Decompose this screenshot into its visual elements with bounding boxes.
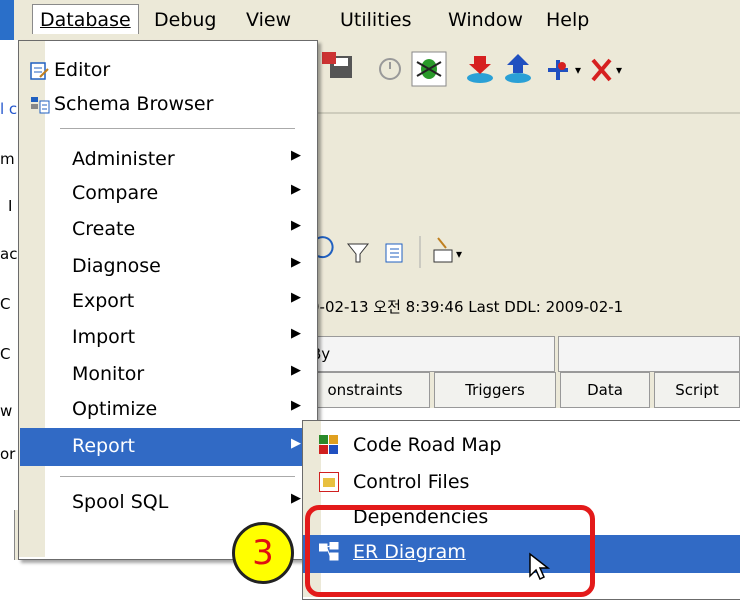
menu-item-label: Optimize xyxy=(72,398,158,420)
menu-utilities[interactable]: Utilities xyxy=(340,9,412,31)
submenu-arrow-icon: ▶ xyxy=(291,148,301,163)
menu-database[interactable]: Database xyxy=(32,4,139,34)
list-view-icon[interactable] xyxy=(385,243,403,263)
menu-view[interactable]: View xyxy=(246,9,291,31)
menu-item-compare[interactable]: Compare ▶ xyxy=(20,177,315,211)
chevron-down-icon: ▾ xyxy=(456,247,462,261)
menu-item-monitor[interactable]: Monitor ▶ xyxy=(20,358,315,392)
menu-separator xyxy=(60,128,295,130)
menu-debug[interactable]: Debug xyxy=(154,9,216,31)
menu-item-label: Report xyxy=(72,435,135,457)
submenu-arrow-icon: ▶ xyxy=(291,182,301,197)
grid-header-cell xyxy=(558,336,740,372)
menu-item-spool-sql[interactable]: Spool SQL ▶ xyxy=(20,486,315,520)
toolbar: ▾ ▾ xyxy=(300,40,740,114)
menu-help[interactable]: Help xyxy=(546,9,589,31)
menu-item-control-files[interactable]: Control Files xyxy=(303,465,740,501)
submenu-arrow-icon: ▶ xyxy=(291,326,301,341)
menu-item-label: Diagnose xyxy=(72,255,161,277)
left-fragment: I xyxy=(8,197,13,215)
left-fragment: or xyxy=(0,445,16,463)
menu-item-administer[interactable]: Administer ▶ xyxy=(20,143,315,177)
tab-script[interactable]: Script xyxy=(654,372,740,408)
menu-item-label: Administer xyxy=(72,148,175,170)
left-fragment: C xyxy=(0,295,11,313)
mouse-cursor-icon xyxy=(529,552,550,581)
tab-triggers[interactable]: Triggers xyxy=(434,372,556,408)
annotation-highlight-box xyxy=(305,505,595,597)
left-fragment: l c xyxy=(0,100,18,118)
remove-breakpoint-icon[interactable] xyxy=(591,58,612,82)
menu-item-label: Editor xyxy=(54,59,111,81)
submenu-arrow-icon: ▶ xyxy=(291,363,301,378)
download-icon[interactable] xyxy=(467,56,493,83)
menu-item-label: Schema Browser xyxy=(54,93,214,115)
menu-item-label: Import xyxy=(72,326,136,348)
menu-item-code-road-map[interactable]: Code Road Map xyxy=(303,428,740,464)
submenu-arrow-icon: ▶ xyxy=(291,398,301,413)
chevron-down-icon: ▾ xyxy=(616,63,622,77)
menu-item-schema-browser[interactable]: Schema Browser xyxy=(20,88,315,122)
menu-separator xyxy=(60,476,295,478)
control-files-icon xyxy=(319,472,339,492)
menu-item-label: Monitor xyxy=(72,363,145,385)
menu-item-import[interactable]: Import ▶ xyxy=(20,321,315,355)
filter-icon[interactable] xyxy=(346,243,370,263)
upload-icon[interactable] xyxy=(505,54,531,83)
editor-icon xyxy=(30,62,49,80)
grid-header-cell: By xyxy=(300,336,555,372)
menu-item-label: Code Road Map xyxy=(353,434,502,456)
stopwatch-icon[interactable] xyxy=(379,58,401,80)
left-fragment: w xyxy=(0,402,13,420)
menu-item-label: Control Files xyxy=(353,471,470,493)
left-fragment: ac xyxy=(0,245,18,263)
menu-window[interactable]: Window xyxy=(448,9,523,31)
menu-item-export[interactable]: Export ▶ xyxy=(20,285,315,319)
submenu-arrow-icon: ▶ xyxy=(291,218,301,233)
menu-item-create[interactable]: Create ▶ xyxy=(20,213,315,247)
menu-item-optimize[interactable]: Optimize ▶ xyxy=(20,393,315,427)
menu-item-label: Spool SQL xyxy=(72,491,169,513)
schema-browser-icon xyxy=(31,97,50,114)
submenu-arrow-icon: ▶ xyxy=(291,290,301,305)
debug-bug-icon[interactable] xyxy=(411,51,447,87)
menu-item-label: Create xyxy=(72,218,136,240)
menu-item-editor[interactable]: Editor xyxy=(20,54,315,88)
submenu-arrow-icon: ▶ xyxy=(291,255,301,270)
tab-constraints[interactable]: onstraints xyxy=(300,372,430,408)
submenu-arrow-icon: ▶ xyxy=(291,436,301,451)
menu-item-label: Compare xyxy=(72,182,159,204)
menu-database-label: Database xyxy=(40,9,131,31)
save-disk-icon[interactable] xyxy=(322,52,352,78)
submenu-arrow-icon: ▶ xyxy=(291,491,301,506)
menu-item-report[interactable]: Report ▶ xyxy=(20,428,315,466)
chevron-down-icon: ▾ xyxy=(575,63,581,77)
step-number-badge: 3 xyxy=(232,522,294,584)
add-breakpoint-icon[interactable] xyxy=(548,60,568,80)
menu-item-label: Export xyxy=(72,290,135,312)
menu-bar: Database Debug View Utilities Window Hel… xyxy=(14,0,740,40)
tab-data[interactable]: Data xyxy=(560,372,650,408)
object-info-text: 9-02-13 오전 8:39:46 Last DDL: 2009-02-1 xyxy=(310,298,624,316)
code-road-map-icon xyxy=(319,435,338,454)
left-fragment: m xyxy=(0,150,15,168)
left-fragment: C xyxy=(0,345,11,363)
table-tools-icon[interactable] xyxy=(433,237,453,263)
menu-item-diagnose[interactable]: Diagnose ▶ xyxy=(20,250,315,284)
